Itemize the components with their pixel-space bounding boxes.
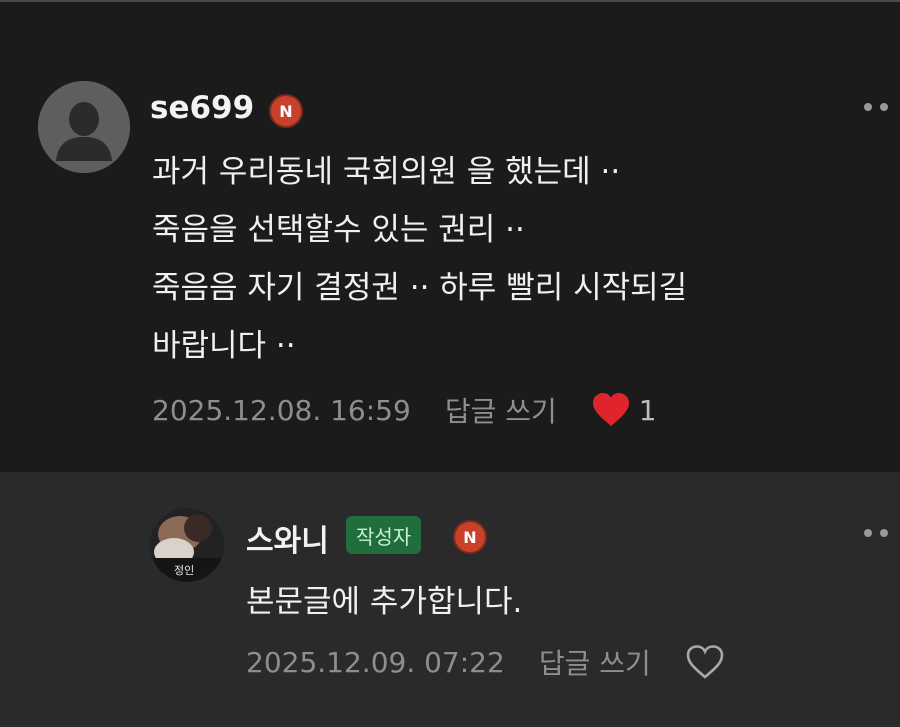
- comment-text-line: 죽음을 선택할수 있는 권리 ··: [152, 212, 525, 248]
- heart-outline-icon: [686, 645, 724, 679]
- person-silhouette-icon: [38, 81, 130, 173]
- profile-photo-icon: 정인: [150, 508, 224, 582]
- like-button[interactable]: [685, 644, 725, 680]
- like-button[interactable]: 1: [591, 392, 657, 428]
- comment-text-line: 바랍니다 ··: [152, 328, 296, 364]
- comment-username[interactable]: 스와니: [246, 516, 329, 560]
- more-dots-icon[interactable]: [862, 528, 890, 538]
- like-count: 1: [638, 393, 657, 427]
- comment-timestamp: 2025.12.09. 07:22: [246, 645, 505, 679]
- comment-text-line: 과거 우리동네 국회의원 을 했는데 ··: [152, 154, 621, 190]
- comment-meta: 2025.12.08. 16:59 답글 쓰기 1: [152, 390, 657, 430]
- reply-comment-item: 정인 스와니 작성자 N 본문글에 추가합니다. 2025.12.09. 07:…: [0, 472, 900, 727]
- comment-timestamp: 2025.12.08. 16:59: [152, 393, 411, 427]
- comment-text-line: 본문글에 추가합니다.: [246, 584, 523, 620]
- comment-item: se699 N 과거 우리동네 국회의원 을 했는데 ·· 죽음을 선택할수 있…: [0, 2, 900, 472]
- new-badge: N: [455, 522, 485, 552]
- comment-meta: 2025.12.09. 07:22 답글 쓰기: [246, 642, 725, 682]
- comment-username[interactable]: se699: [150, 90, 254, 126]
- more-dots-icon[interactable]: [862, 102, 890, 112]
- user-avatar[interactable]: [38, 81, 130, 173]
- reply-button[interactable]: 답글 쓰기: [445, 390, 557, 430]
- svg-text:정인: 정인: [174, 564, 194, 577]
- heart-filled-icon: [592, 393, 629, 426]
- author-avatar[interactable]: 정인: [150, 508, 224, 582]
- comment-text-line: 죽음음 자기 결정권 ·· 하루 빨리 시작되길: [152, 270, 688, 306]
- comment-body: 본문글에 추가합니다.: [246, 573, 866, 631]
- comment-body: 과거 우리동네 국회의원 을 했는데 ·· 죽음을 선택할수 있는 권리 ·· …: [152, 143, 872, 375]
- new-badge: N: [271, 96, 301, 126]
- reply-button[interactable]: 답글 쓰기: [539, 642, 651, 682]
- author-badge: 작성자: [346, 516, 422, 554]
